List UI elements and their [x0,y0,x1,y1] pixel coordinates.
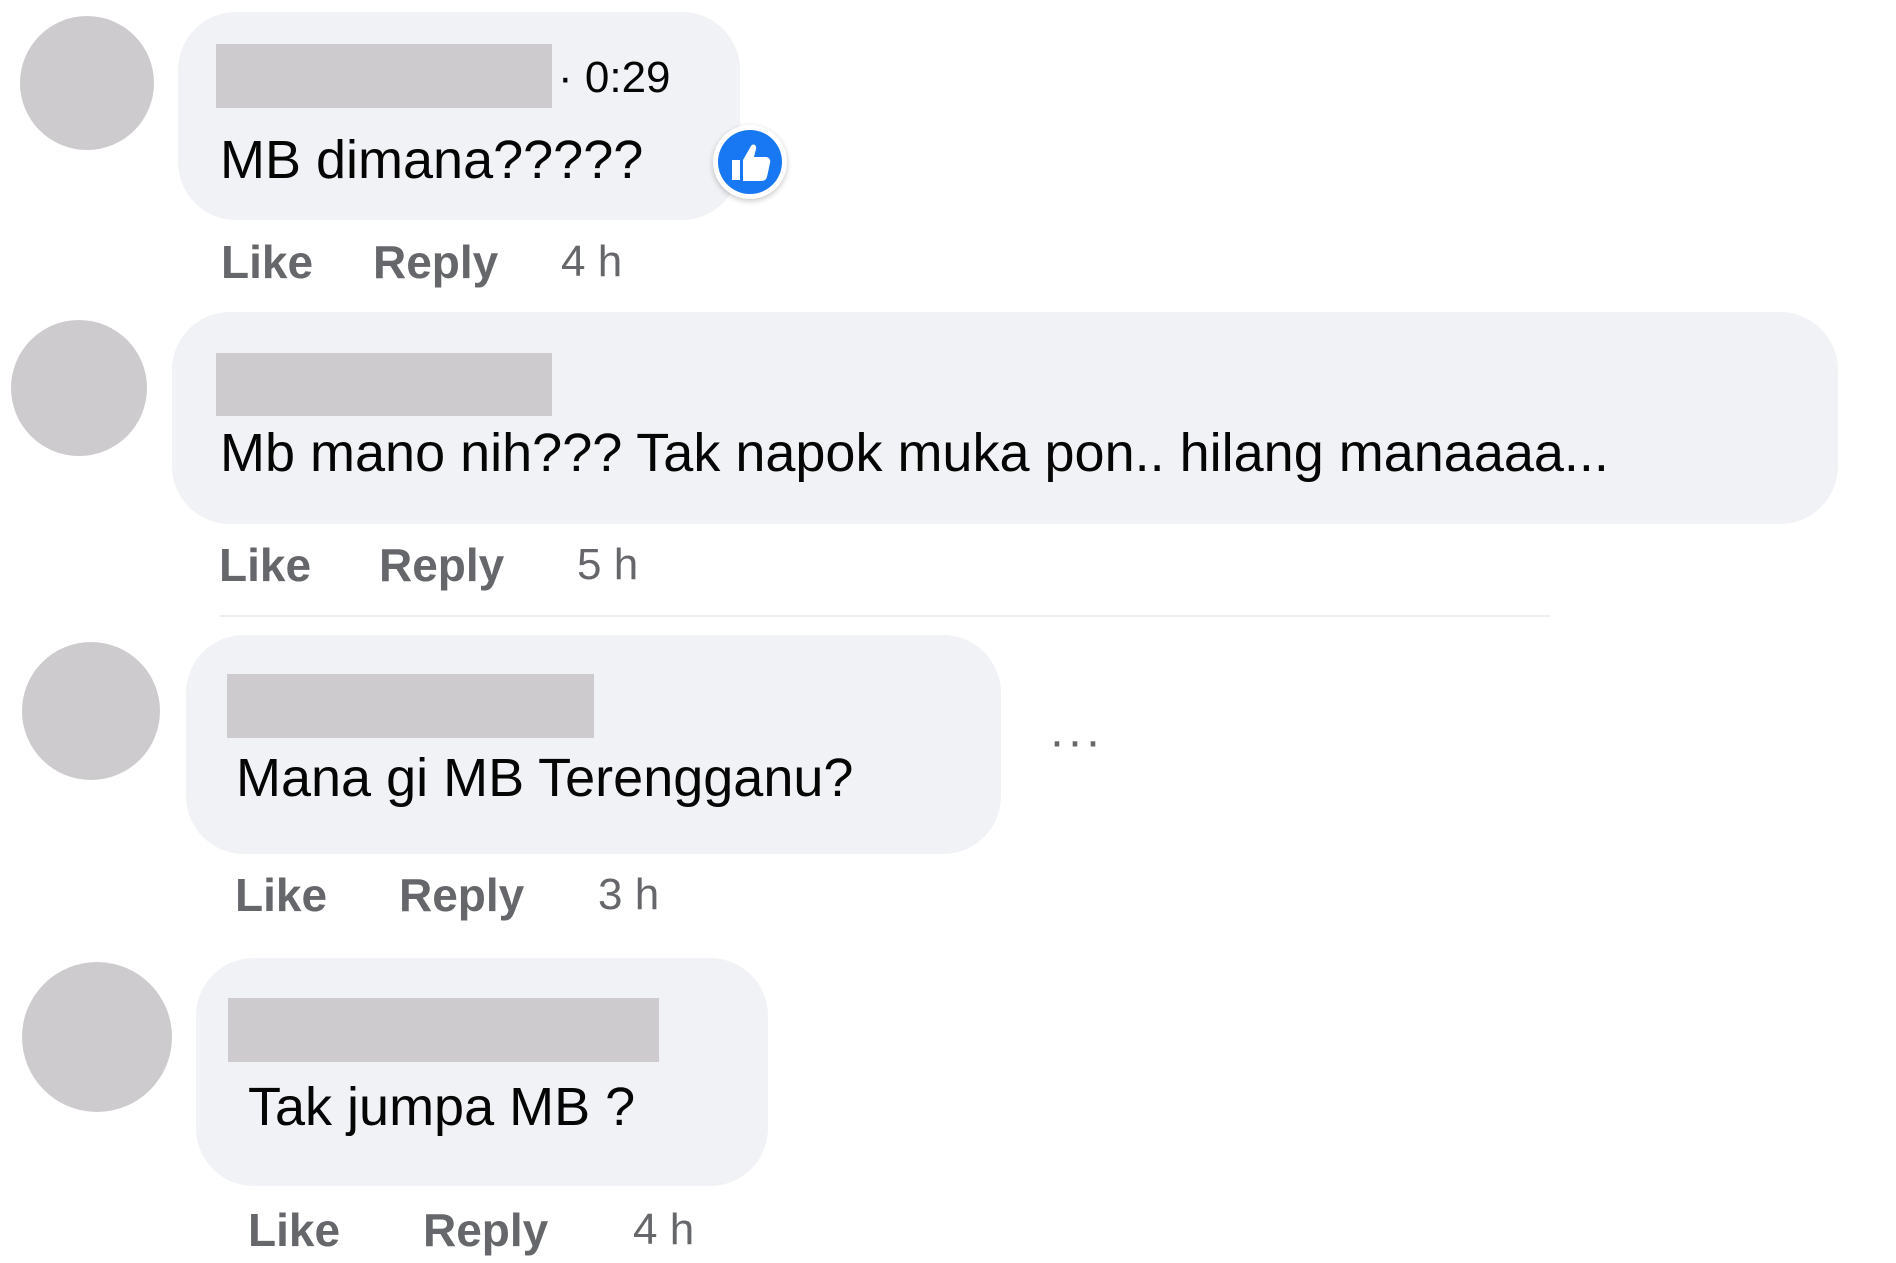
comment-text: Tak jumpa MB ? [248,1077,636,1137]
reply-button[interactable]: Reply [379,535,504,595]
like-button[interactable]: Like [248,1200,340,1260]
avatar[interactable] [22,642,160,780]
reply-button[interactable]: Reply [373,232,498,292]
comment-age[interactable]: 4 h [633,1200,694,1260]
like-button[interactable]: Like [219,535,311,595]
comment-actions: Like Reply 4 h [248,1200,748,1260]
comment-age[interactable]: 3 h [598,865,659,925]
like-button[interactable]: Like [235,865,327,925]
redacted-commenter-name[interactable] [216,44,552,108]
comment-age[interactable]: 4 h [561,232,622,292]
avatar[interactable] [20,16,154,150]
more-options-icon[interactable]: ··· [1049,718,1103,766]
comment-bubble: Mana gi MB Terengganu? [186,635,1001,854]
divider [220,615,1550,617]
reply-button[interactable]: Reply [399,865,524,925]
comment-actions: Like Reply 4 h [221,232,721,292]
comment-age[interactable]: 5 h [577,535,638,595]
comment-actions: Like Reply 5 h [219,535,719,595]
like-button[interactable]: Like [221,232,313,292]
comment-bubble: Mb mano nih??? Tak napok muka pon.. hila… [172,312,1838,524]
comment-text: Mb mano nih??? Tak napok muka pon.. hila… [220,423,1609,483]
avatar[interactable] [22,962,172,1112]
comment-bubble: Tak jumpa MB ? [196,958,768,1186]
redacted-commenter-name[interactable] [227,674,594,738]
thumbs-up-icon [718,130,782,194]
redacted-commenter-name[interactable] [216,353,552,416]
comment-bubble: · 0:29 MB dimana????? [178,12,740,220]
video-timestamp[interactable]: · 0:29 [558,53,671,103]
comment-text: MB dimana????? [220,130,644,190]
reply-button[interactable]: Reply [423,1200,548,1260]
redacted-commenter-name[interactable] [228,998,659,1062]
comment-actions: Like Reply 3 h [235,865,735,925]
reaction-badge[interactable] [713,125,787,199]
comments-thread: · 0:29 MB dimana????? Like Reply 4 h Mb … [0,0,1896,1263]
avatar[interactable] [11,320,147,456]
comment-text: Mana gi MB Terengganu? [236,748,854,808]
